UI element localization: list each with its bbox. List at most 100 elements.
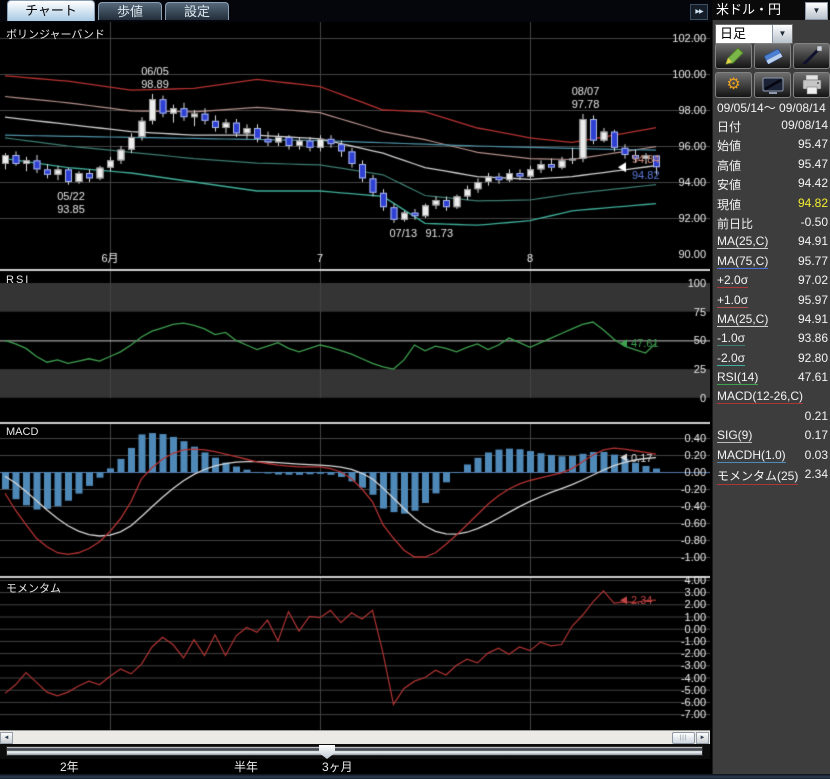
timeframe-selector[interactable]: 日足 ▼ xyxy=(715,24,793,44)
panel-title-macd: MACD xyxy=(6,426,38,438)
indicator-row: 安値 94.42 xyxy=(713,175,830,194)
chart-area: ボリンジャーバンド RSI MACD モメンタム ◄ ||| ► 2年 半年 3… xyxy=(0,22,710,779)
indicator-row: MA(25,C) 94.91 xyxy=(713,311,830,330)
trendline-icon xyxy=(800,45,824,67)
currency-selector[interactable]: 米ドル・円 ▼ xyxy=(712,0,830,20)
indicator-label[interactable]: MA(75,C) xyxy=(717,254,768,269)
indicator-label[interactable]: RSI(14) xyxy=(717,370,758,385)
indicator-label[interactable]: -1.0σ xyxy=(717,331,745,346)
indicator-value-list: 日付 09/08/14 始値 95.47 高値 95.47 安値 94.42 現値 94.82 前日… xyxy=(713,117,830,485)
indicator-label: 現値 xyxy=(717,196,741,213)
indicator-value: 0.17 xyxy=(805,428,828,442)
indicator-label[interactable]: +1.0σ xyxy=(717,293,748,308)
indicator-row: 0.21 xyxy=(713,408,830,427)
scroll-right-icon[interactable]: ► xyxy=(696,732,709,744)
indicator-value: 95.77 xyxy=(798,254,828,268)
print-button[interactable] xyxy=(793,72,830,98)
indicator-row: 始値 95.47 xyxy=(713,136,830,155)
window-bottom-border xyxy=(0,774,830,779)
pencil-icon xyxy=(722,45,746,67)
eraser-icon xyxy=(761,45,785,67)
tab-bar: チャート 歩値 設定 ▶▶ xyxy=(0,0,712,22)
slider-handle[interactable] xyxy=(319,745,335,759)
eraser-tool-button[interactable] xyxy=(754,43,791,69)
indicator-row: 前日比 -0.50 xyxy=(713,214,830,233)
indicator-row: MA(25,C) 94.91 xyxy=(713,233,830,252)
slider-track[interactable] xyxy=(6,746,703,756)
indicator-label[interactable]: MA(25,C) xyxy=(717,234,768,249)
trading-app-window: チャート 歩値 設定 ▶▶ 米ドル・円 ▼ ボリンジャーバンド RSI MACD… xyxy=(0,0,830,779)
indicator-label[interactable]: MACD(12-26,C) xyxy=(717,389,803,404)
printer-icon xyxy=(800,74,824,96)
date-range-label: 09/05/14～ 09/08/14 xyxy=(717,99,826,116)
indicator-value: 92.80 xyxy=(798,351,828,365)
indicator-value: 94.91 xyxy=(798,234,828,248)
indicator-value: 95.47 xyxy=(798,137,828,151)
indicator-row: MACDH(1.0) 0.03 xyxy=(713,447,830,466)
indicator-row: 現値 94.82 xyxy=(713,195,830,214)
indicator-row: 日付 09/08/14 xyxy=(713,117,830,136)
tab-overflow-button[interactable]: ▶▶ xyxy=(690,4,708,20)
indicator-value: 97.02 xyxy=(798,273,828,287)
indicator-label[interactable]: MACDH(1.0) xyxy=(717,448,786,463)
range-preset-labels: 2年 半年 3ヶ月 xyxy=(0,759,710,775)
panel-title-rsi: RSI xyxy=(6,274,30,286)
indicator-label: 日付 xyxy=(717,118,741,135)
indicator-label[interactable]: MA(25,C) xyxy=(717,312,768,327)
indicator-label[interactable]: モメンタム(25) xyxy=(717,467,798,485)
chevron-down-icon[interactable]: ▼ xyxy=(805,2,828,20)
indicator-value: 93.86 xyxy=(798,331,828,345)
pencil-tool-button[interactable] xyxy=(715,43,752,69)
chart-view-button[interactable] xyxy=(754,72,791,98)
tab-settings[interactable]: 設定 xyxy=(165,2,229,20)
settings-tool-button[interactable]: ⚙ xyxy=(715,72,752,98)
chart-view-icon xyxy=(761,74,785,96)
indicator-row: MA(75,C) 95.77 xyxy=(713,253,830,272)
indicator-value: 95.97 xyxy=(798,293,828,307)
panel-title-momentum: モメンタム xyxy=(6,580,61,596)
indicator-row: 高値 95.47 xyxy=(713,156,830,175)
indicator-label[interactable]: -2.0σ xyxy=(717,351,745,366)
indicator-label[interactable]: +2.0σ xyxy=(717,273,748,288)
indicator-row: SIG(9) 0.17 xyxy=(713,427,830,446)
indicator-label[interactable]: SIG(9) xyxy=(717,428,752,443)
indicator-row: MACD(12-26,C) xyxy=(713,388,830,407)
chart-canvas[interactable] xyxy=(0,22,710,730)
indicator-label: 高値 xyxy=(717,157,741,174)
panel-title-bollinger: ボリンジャーバンド xyxy=(6,26,105,42)
currency-label: 米ドル・円 xyxy=(716,0,781,20)
indicator-value: 94.82 xyxy=(798,196,828,210)
range-label-2years[interactable]: 2年 xyxy=(60,759,79,775)
indicator-label: 前日比 xyxy=(717,215,753,232)
range-label-halfyear[interactable]: 半年 xyxy=(234,759,258,775)
indicator-value: 2.34 xyxy=(805,467,828,481)
indicator-row: +2.0σ 97.02 xyxy=(713,272,830,291)
indicator-value: 0.21 xyxy=(805,409,828,423)
indicator-row: -1.0σ 93.86 xyxy=(713,330,830,349)
indicator-value: 47.61 xyxy=(798,370,828,384)
scroll-left-icon[interactable]: ◄ xyxy=(0,732,13,744)
horizontal-scrollbar[interactable]: ◄ ||| ► xyxy=(0,730,710,744)
tab-prices[interactable]: 歩値 xyxy=(98,2,162,20)
indicator-row: モメンタム(25) 2.34 xyxy=(713,466,830,485)
indicator-label: 始値 xyxy=(717,137,741,154)
chevron-down-icon[interactable]: ▼ xyxy=(772,25,792,43)
right-data-panel: 日足 ▼ ⚙ xyxy=(712,20,830,779)
indicator-value: -0.50 xyxy=(801,215,828,229)
time-range-slider[interactable] xyxy=(0,744,710,759)
indicator-label: 安値 xyxy=(717,176,741,193)
indicator-value: 09/08/14 xyxy=(781,118,828,132)
indicator-value: 94.42 xyxy=(798,176,828,190)
range-label-3months[interactable]: 3ヶ月 xyxy=(322,759,353,775)
scrollbar-thumb[interactable]: ||| xyxy=(672,732,695,744)
indicator-value: 0.03 xyxy=(805,448,828,462)
timeframe-label: 日足 xyxy=(720,25,746,43)
gear-icon: ⚙ xyxy=(716,73,751,96)
indicator-row: +1.0σ 95.97 xyxy=(713,292,830,311)
trendline-tool-button[interactable] xyxy=(793,43,830,69)
indicator-value: 95.47 xyxy=(798,157,828,171)
indicator-row: -2.0σ 92.80 xyxy=(713,350,830,369)
tab-chart[interactable]: チャート xyxy=(7,0,95,21)
indicator-value: 94.91 xyxy=(798,312,828,326)
indicator-row: RSI(14) 47.61 xyxy=(713,369,830,388)
